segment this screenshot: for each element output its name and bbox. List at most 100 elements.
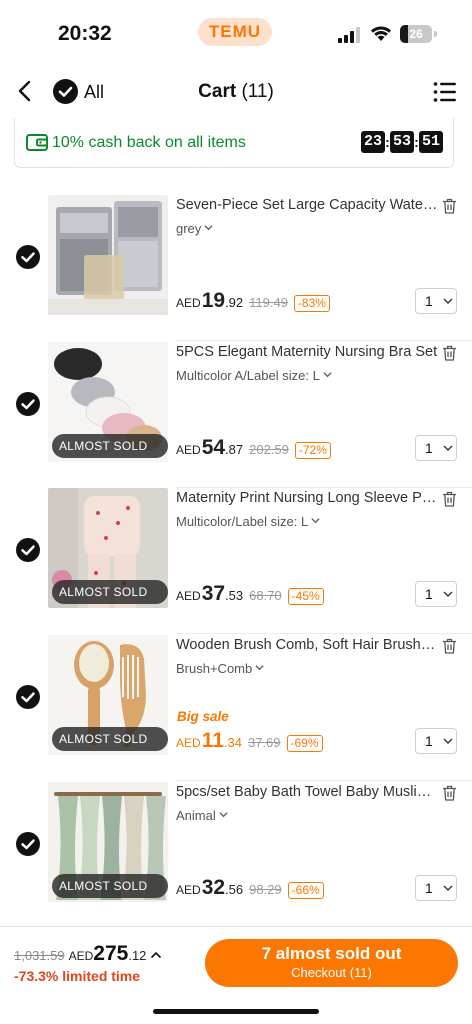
wifi-icon: [371, 26, 391, 41]
price-decimal: .56: [225, 882, 244, 897]
quantity-select[interactable]: 1: [415, 875, 457, 901]
quantity-select[interactable]: 1: [415, 728, 457, 754]
price-integer: 37: [201, 582, 226, 605]
variant-text: grey: [176, 221, 202, 236]
original-total: 1,031.59: [14, 948, 65, 963]
price-row: AED 37 .53 68.70 -45%: [176, 582, 324, 606]
product-name[interactable]: Seven-Piece Set Large Capacity Waterproo…: [176, 197, 438, 213]
variant-selector[interactable]: Multicolor/Label size: L: [176, 514, 320, 529]
total-decimal: .12: [128, 948, 147, 963]
product-name[interactable]: Wooden Brush Comb, Soft Hair Brush Set: [176, 637, 438, 653]
quantity-select[interactable]: 1: [415, 288, 457, 314]
variant-text: Brush+Comb: [176, 661, 253, 676]
product-name[interactable]: Maternity Print Nursing Long Sleeve Paja…: [176, 490, 438, 506]
list-menu-icon[interactable]: [433, 81, 457, 103]
price-integer: 19: [201, 289, 226, 312]
price-row: AED 32 .56 98.29 -66%: [176, 876, 324, 900]
checkmark-icon: [21, 399, 35, 410]
status-time: 20:32: [58, 22, 112, 45]
storage-bag-image: [48, 195, 168, 315]
checkout-urgency-label: 7 almost sold out: [261, 944, 402, 963]
battery-cap: [434, 31, 437, 37]
checkmark-icon: [21, 839, 35, 850]
chevron-down-icon: [255, 665, 264, 671]
item-checkbox[interactable]: [16, 832, 40, 856]
price-decimal: .34: [223, 735, 242, 750]
discount-badge: -66%: [287, 882, 324, 899]
product-image[interactable]: ALMOST SOLD OUT: [48, 635, 168, 755]
chevron-down-icon: [204, 225, 213, 231]
trash-icon[interactable]: [442, 785, 457, 801]
quantity-value: 1: [425, 293, 433, 309]
chevron-up-icon[interactable]: [150, 950, 162, 960]
big-sale-label: Big sale: [177, 709, 229, 724]
battery-percent: 26: [409, 27, 423, 41]
item-checkbox[interactable]: [16, 392, 40, 416]
variant-text: Multicolor A/Label size: L: [176, 368, 320, 383]
chevron-down-icon: [219, 812, 228, 818]
item-checkbox[interactable]: [16, 245, 40, 269]
cart-item[interactable]: ALMOST SOLD OUT Wooden Brush Comb, Soft …: [0, 635, 472, 781]
countdown-timer: 23 : 53 : 51: [361, 131, 443, 153]
variant-selector[interactable]: grey: [176, 221, 213, 236]
product-image[interactable]: ALMOST SOLD OUT: [48, 782, 168, 902]
variant-selector[interactable]: Multicolor A/Label size: L: [176, 368, 332, 383]
total-integer: 275: [93, 942, 129, 965]
cashback-banner[interactable]: 10% cash back on all items 23 : 53 : 51: [14, 118, 454, 168]
order-total[interactable]: 1,031.59 AED 275 .12: [14, 942, 162, 966]
discount-badge: -45%: [287, 588, 324, 605]
divider: [175, 340, 472, 341]
original-price: 202.59: [249, 442, 289, 457]
trash-icon[interactable]: [442, 345, 457, 361]
product-image[interactable]: [48, 195, 168, 315]
discount-badge: -83%: [293, 295, 330, 312]
quantity-select[interactable]: 1: [415, 581, 457, 607]
variant-selector[interactable]: Brush+Comb: [176, 661, 264, 676]
checkout-label: Checkout (11): [291, 965, 372, 980]
price-row: AED 19 .92 119.49 -83%: [176, 289, 330, 313]
product-image[interactable]: ALMOST SOLD OUT: [48, 488, 168, 608]
checkmark-icon: [21, 252, 35, 263]
chevron-down-icon: [323, 372, 332, 378]
temu-logo: TEMU: [198, 18, 272, 46]
price-integer: 54: [201, 436, 226, 459]
trash-icon[interactable]: [442, 638, 457, 654]
price-decimal: .53: [225, 588, 244, 603]
item-checkbox[interactable]: [16, 685, 40, 709]
item-checkbox[interactable]: [16, 538, 40, 562]
variant-text: Animal: [176, 808, 216, 823]
product-name[interactable]: 5pcs/set Baby Bath Towel Baby Muslin Was…: [176, 784, 438, 800]
page-title-text: Cart: [198, 81, 237, 102]
original-price: 98.29: [249, 882, 282, 897]
price-integer: 32: [201, 876, 226, 899]
total-currency: AED: [68, 949, 94, 963]
chevron-down-icon: [443, 298, 453, 304]
quantity-value: 1: [425, 880, 433, 896]
cart-item[interactable]: ALMOST SOLD OUT Maternity Print Nursing …: [0, 488, 472, 634]
discount-badge: -69%: [286, 735, 323, 752]
product-name[interactable]: 5PCS Elegant Maternity Nursing Bra Set: [176, 344, 438, 360]
cart-item[interactable]: ALMOST SOLD OUT 5PCS Elegant Maternity N…: [0, 342, 472, 488]
chevron-down-icon: [443, 738, 453, 744]
chevron-down-icon: [443, 591, 453, 597]
saving-text: -73.3% limited time: [14, 968, 141, 984]
timer-hours: 23: [361, 131, 385, 153]
quantity-select[interactable]: 1: [415, 435, 457, 461]
product-image[interactable]: ALMOST SOLD OUT: [48, 342, 168, 462]
original-price: 119.49: [249, 295, 288, 310]
original-price: 37.69: [247, 735, 281, 750]
checkout-button[interactable]: 7 almost sold out Checkout (11): [205, 939, 458, 987]
quantity-value: 1: [425, 440, 433, 456]
cart-item[interactable]: ALMOST SOLD OUT 5pcs/set Baby Bath Towel…: [0, 782, 472, 928]
price-decimal: .92: [225, 295, 244, 310]
trash-icon[interactable]: [442, 491, 457, 507]
cart-item[interactable]: Seven-Piece Set Large Capacity Waterproo…: [0, 195, 472, 341]
chevron-down-icon: [443, 445, 453, 451]
wallet-icon: [26, 134, 48, 151]
cart-count: (11): [241, 81, 274, 102]
trash-icon[interactable]: [442, 198, 457, 214]
price-row: AED 54 .87 202.59 -72%: [176, 436, 331, 460]
variant-selector[interactable]: Animal: [176, 808, 228, 823]
divider: [175, 780, 472, 781]
almost-sold-out-badge: ALMOST SOLD OUT: [52, 434, 168, 458]
